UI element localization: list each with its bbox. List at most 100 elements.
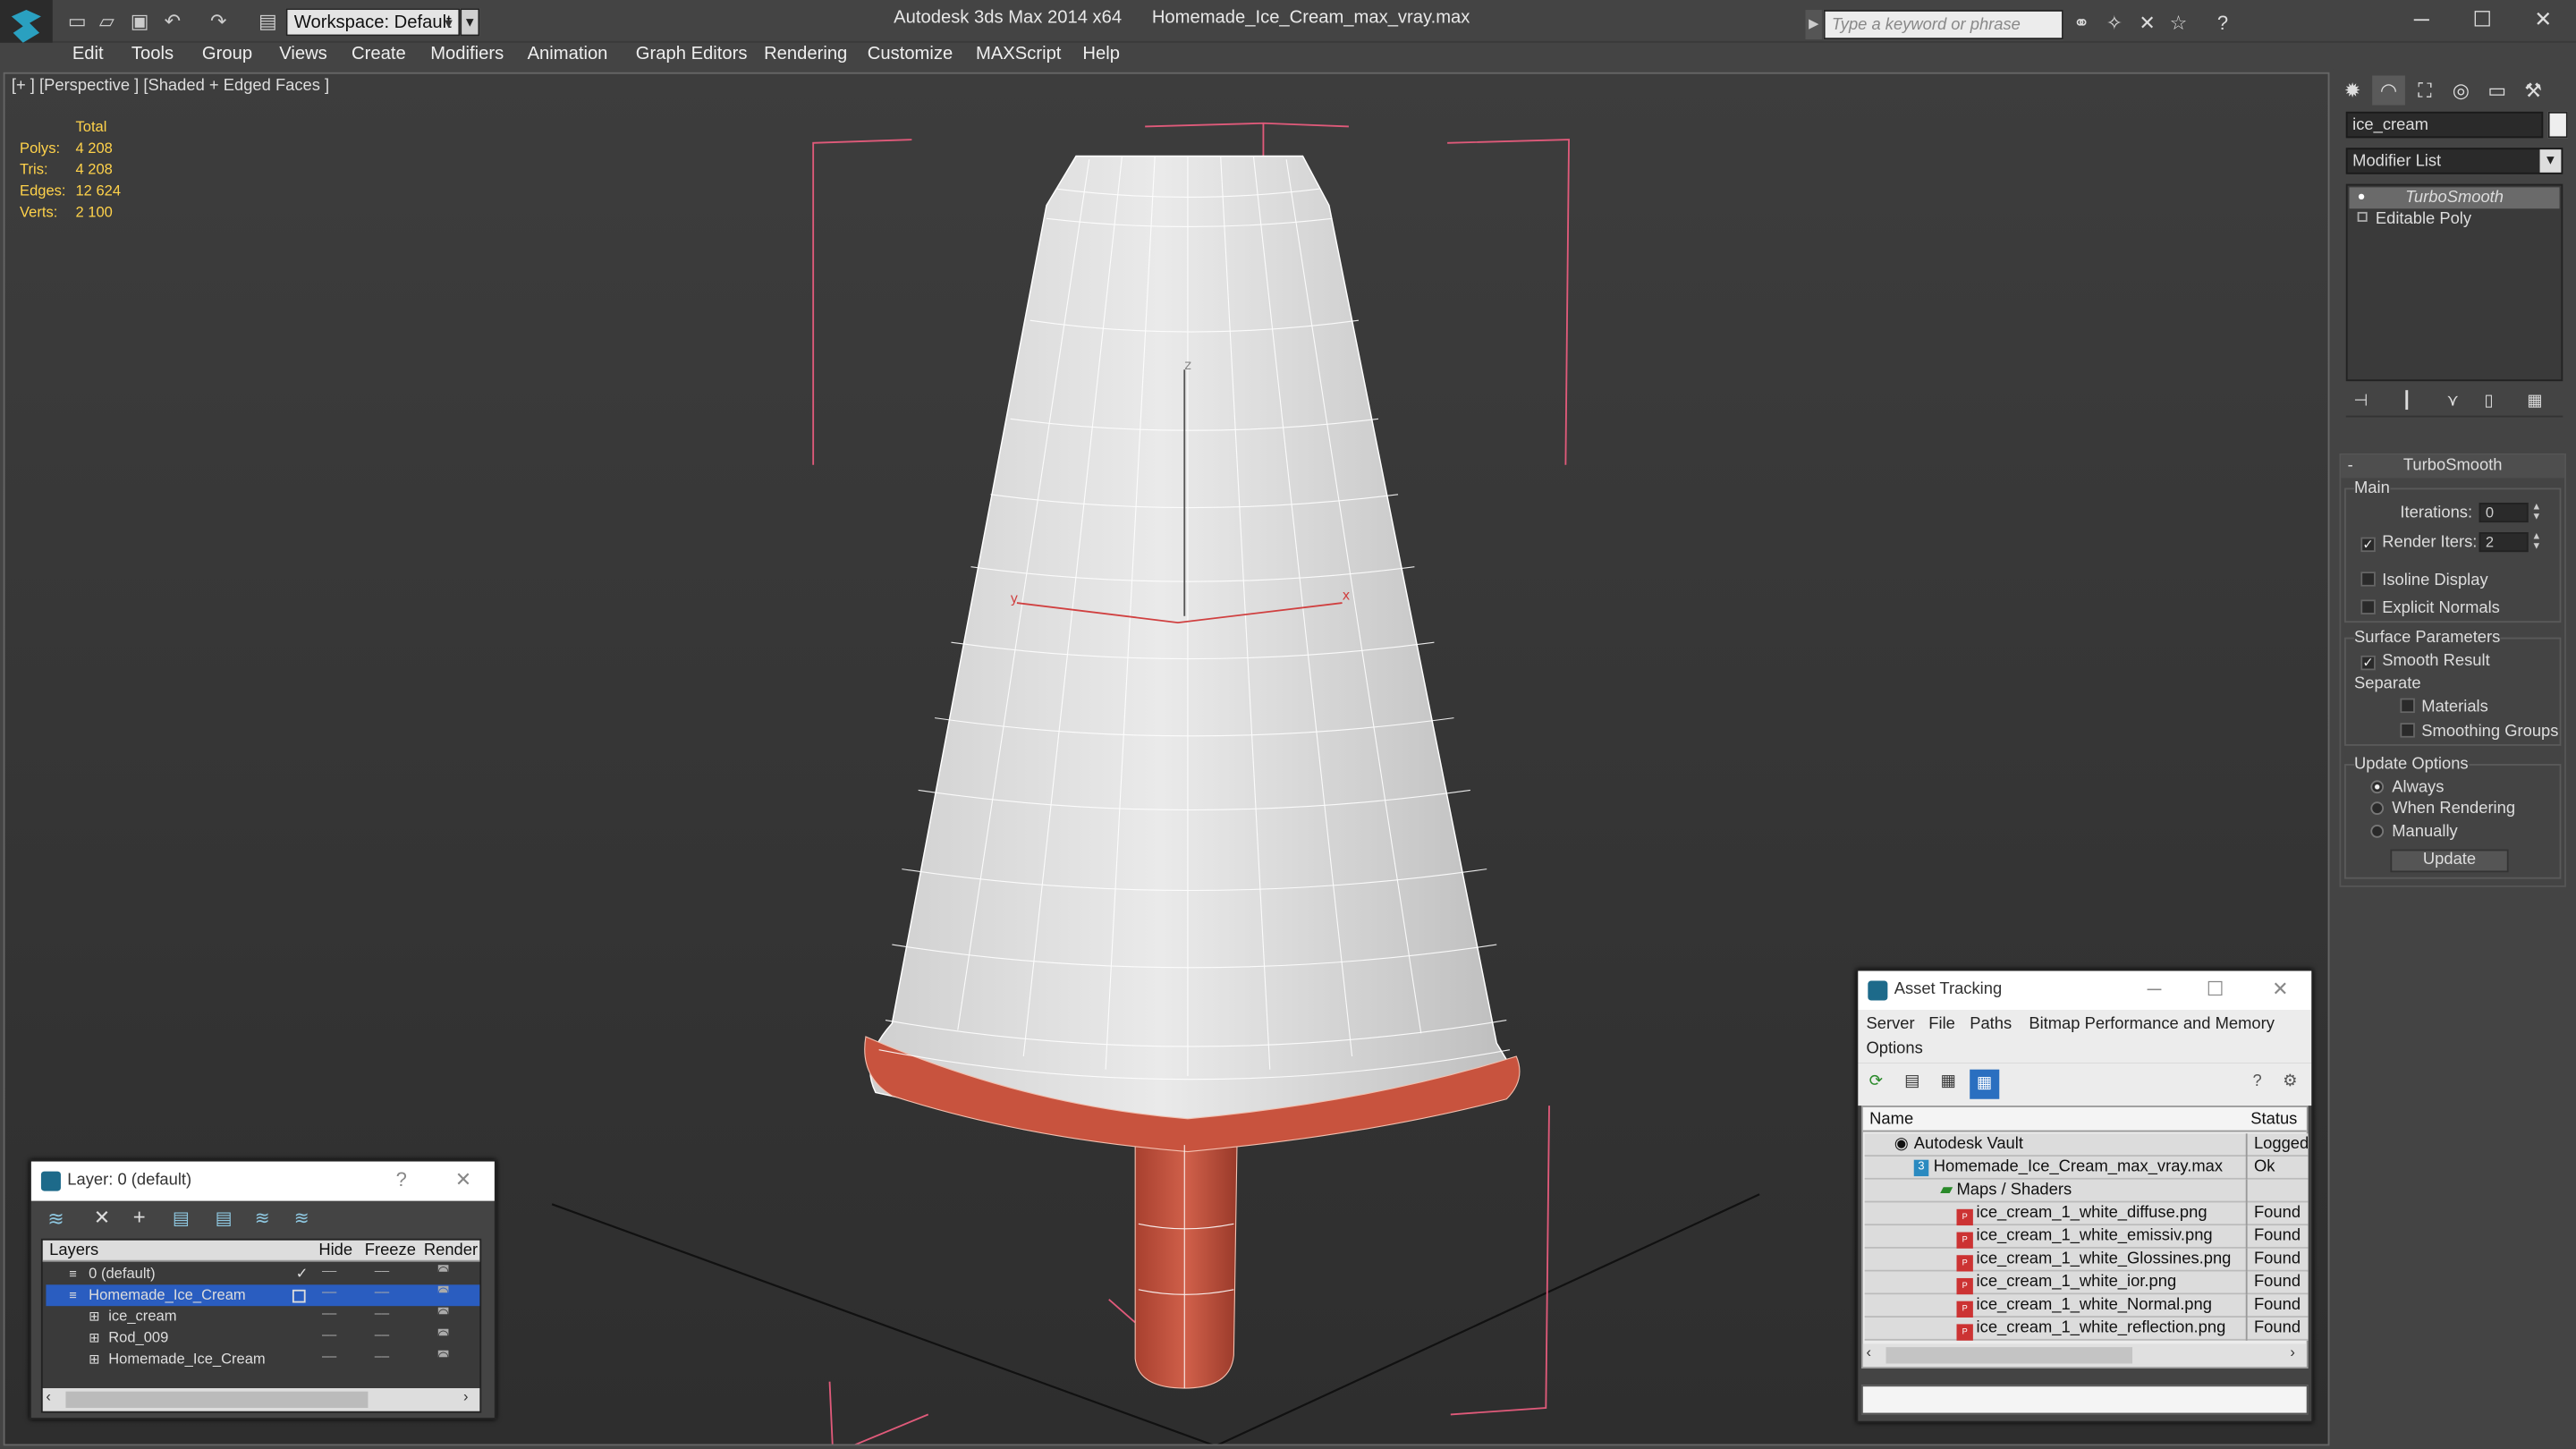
rollout-header[interactable]: - TurboSmooth: [2341, 454, 2565, 479]
col-status[interactable]: Status: [2250, 1109, 2297, 1131]
pin-stack-icon[interactable]: ⊣: [2346, 391, 2376, 414]
maximize-icon[interactable]: ☐: [2207, 978, 2224, 1001]
layer-row[interactable]: ⊞ Rod_009: [46, 1327, 479, 1349]
layer-window-titlebar[interactable]: Layer: 0 (default): [30, 1161, 495, 1201]
binoculars-icon[interactable]: ⚭: [2070, 12, 2093, 35]
menu-animation[interactable]: Animation: [528, 45, 608, 64]
render-teapot-icon[interactable]: ◚: [437, 1349, 450, 1364]
new-file-icon[interactable]: ▭: [65, 10, 89, 33]
menu-server[interactable]: Server: [1866, 1015, 1914, 1033]
settings-icon[interactable]: ⚙: [2279, 1072, 2302, 1096]
hide-toggle[interactable]: ––: [322, 1327, 336, 1343]
freeze-toggle[interactable]: ––: [375, 1284, 389, 1300]
hide-toggle[interactable]: ––: [322, 1263, 336, 1278]
undo-icon[interactable]: ↶: [161, 10, 184, 33]
lightbulb-icon[interactable]: ●: [2358, 189, 2366, 204]
freeze-toggle[interactable]: ––: [375, 1263, 389, 1278]
search-input[interactable]: Type a keyword or phrase: [1823, 10, 2063, 40]
iterations-spinner[interactable]: 0: [2479, 503, 2529, 523]
list-view-icon[interactable]: ▤: [1901, 1072, 1924, 1096]
asset-row[interactable]: Pice_cream_1_white_Normal.png Found: [1864, 1294, 2309, 1318]
hide-toggle[interactable]: ––: [322, 1284, 336, 1300]
render-iters-row[interactable]: ✓ Render Iters:: [2360, 534, 2477, 553]
asset-row[interactable]: Pice_cream_1_white_reflection.png Found: [1864, 1318, 2309, 1341]
object-color-swatch[interactable]: [2547, 111, 2568, 139]
save-icon[interactable]: ▣: [128, 10, 151, 33]
modify-tab-icon[interactable]: ◠: [2372, 75, 2405, 106]
spinner-arrows-icon[interactable]: ▲ ▼: [2530, 503, 2544, 522]
hide-toggle[interactable]: ––: [322, 1306, 336, 1321]
horizontal-scrollbar[interactable]: ‹ ›: [1862, 1343, 2307, 1368]
new-layer-icon[interactable]: ≋: [47, 1208, 64, 1231]
create-tab-icon[interactable]: ✹: [2336, 75, 2369, 105]
motion-tab-icon[interactable]: ◎: [2445, 75, 2478, 105]
horizontal-scrollbar[interactable]: ‹ ›: [42, 1388, 480, 1411]
redo-icon[interactable]: ↷: [207, 10, 230, 33]
refresh-icon[interactable]: ⟳: [1865, 1072, 1888, 1096]
modifier-list-dropdown[interactable]: Modifier List ▼: [2345, 148, 2563, 174]
show-end-result-icon[interactable]: ┃: [2392, 391, 2421, 414]
stack-item-editable-poly[interactable]: Editable Poly: [2349, 208, 2559, 230]
update-button[interactable]: Update: [2390, 849, 2509, 873]
menu-edit[interactable]: Edit: [72, 45, 104, 64]
asset-path-field[interactable]: [1860, 1385, 2309, 1415]
make-unique-icon[interactable]: ⋎: [2438, 391, 2468, 414]
add-to-layer-icon[interactable]: +: [133, 1204, 146, 1229]
asset-row[interactable]: ▰ Maps / Shaders: [1864, 1179, 2309, 1203]
freeze-toggle[interactable]: ––: [375, 1327, 389, 1343]
isoline-display-row[interactable]: Isoline Display: [2360, 572, 2488, 589]
radio-icon[interactable]: [2370, 825, 2385, 838]
display-tab-icon[interactable]: ▭: [2480, 75, 2513, 105]
asset-row[interactable]: Pice_cream_1_white_diffuse.png Found: [1864, 1202, 2309, 1226]
layer-row[interactable]: ⊞ ice_cream: [46, 1306, 479, 1327]
menu-create[interactable]: Create: [352, 45, 406, 64]
col-hide[interactable]: Hide: [318, 1241, 352, 1262]
workspace-menu-button[interactable]: ▼: [460, 8, 480, 37]
project-folder-icon[interactable]: ▤: [257, 10, 280, 33]
menu-bitmap-performance[interactable]: Bitmap Performance and Memory: [2029, 1015, 2275, 1033]
delete-layer-icon[interactable]: ✕: [94, 1206, 110, 1229]
spinner-arrows-icon[interactable]: ▲ ▼: [2530, 532, 2544, 552]
asset-row[interactable]: Pice_cream_1_white_Glossines.png Found: [1864, 1248, 2309, 1272]
smooth-result-row[interactable]: ✓ Smooth Result: [2360, 652, 2490, 671]
remove-modifier-icon[interactable]: ▯: [2474, 391, 2504, 414]
asset-row[interactable]: Pice_cream_1_white_ior.png Found: [1864, 1271, 2309, 1295]
checkbox-icon[interactable]: [2400, 698, 2415, 714]
highlight-selected-icon[interactable]: ▤: [216, 1208, 233, 1229]
col-layers[interactable]: Layers: [49, 1241, 98, 1262]
scrollbar-thumb[interactable]: [65, 1391, 369, 1409]
menu-help[interactable]: Help: [1082, 45, 1120, 64]
smoothing-groups-row[interactable]: Smoothing Groups: [2400, 723, 2558, 741]
utilities-tab-icon[interactable]: ⚒: [2517, 75, 2550, 105]
radio-selected-icon[interactable]: [2370, 780, 2385, 794]
layer-row-selected[interactable]: ≡ Homemade_Ice_Cream: [46, 1284, 480, 1307]
select-layers-icon[interactable]: ≋: [255, 1208, 270, 1229]
layer-row[interactable]: ≡ 0 (default) ✓: [46, 1263, 479, 1284]
help-icon[interactable]: ?: [2211, 12, 2234, 35]
render-teapot-icon[interactable]: ◚: [437, 1327, 450, 1343]
scroll-right-icon[interactable]: ›: [463, 1388, 469, 1404]
table-view-icon[interactable]: ▦: [1970, 1069, 2000, 1099]
communication-icon[interactable]: ✕: [2136, 12, 2159, 35]
configure-sets-icon[interactable]: ▦: [2520, 391, 2549, 414]
checkbox-icon[interactable]: [2360, 599, 2376, 614]
menu-customize[interactable]: Customize: [868, 45, 953, 64]
render-teapot-icon[interactable]: ◚: [437, 1306, 450, 1321]
render-teapot-icon[interactable]: ◚: [437, 1284, 450, 1300]
layer-row[interactable]: ⊞ Homemade_Ice_Cream: [46, 1349, 479, 1370]
manually-radio-row[interactable]: Manually: [2370, 823, 2458, 841]
hierarchy-tab-icon[interactable]: ⛶: [2409, 75, 2442, 105]
menu-options[interactable]: Options: [1866, 1040, 1922, 1058]
checkbox-icon[interactable]: [2360, 572, 2376, 587]
close-icon[interactable]: ✕: [455, 1168, 471, 1191]
hide-toggle[interactable]: ––: [322, 1349, 336, 1364]
subscription-icon[interactable]: ✧: [2103, 12, 2126, 35]
help-icon[interactable]: ?: [396, 1168, 407, 1191]
menu-tools[interactable]: Tools: [131, 45, 174, 64]
minimize-icon[interactable]: ─: [2148, 978, 2162, 1001]
menu-rendering[interactable]: Rendering: [764, 45, 847, 64]
freeze-toggle[interactable]: ––: [375, 1349, 389, 1364]
minimize-button[interactable]: ─: [2399, 5, 2445, 35]
always-radio-row[interactable]: Always: [2370, 779, 2444, 797]
stack-item-turbosmooth[interactable]: TurboSmooth: [2349, 187, 2560, 209]
